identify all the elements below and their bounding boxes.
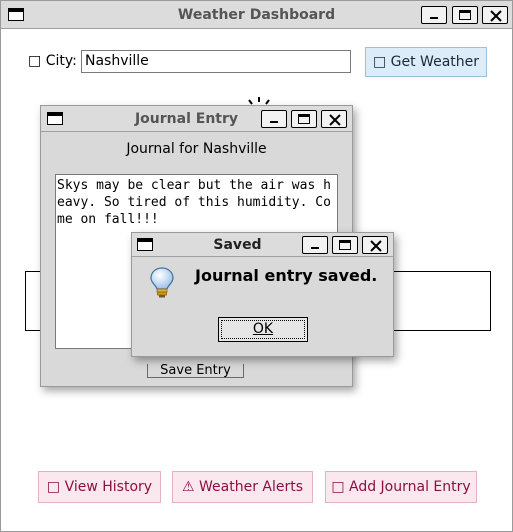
journal-close-button[interactable]	[321, 110, 347, 128]
city-label-text: City:	[45, 53, 77, 69]
add-journal-icon: □	[331, 479, 345, 495]
journal-minimize-button[interactable]	[261, 110, 287, 128]
saved-titlebar[interactable]: Saved	[132, 233, 393, 257]
view-history-button[interactable]: □ View History	[38, 471, 161, 503]
saved-maximize-button[interactable]	[332, 236, 358, 254]
journal-maximize-button[interactable]	[291, 110, 317, 128]
weather-alerts-label: Weather Alerts	[199, 479, 304, 495]
saved-message: Journal entry saved.	[195, 266, 378, 285]
journal-titlebar[interactable]: Journal Entry	[41, 106, 352, 132]
get-weather-label: Get Weather	[390, 54, 480, 70]
weather-alerts-button[interactable]: ⚠ Weather Alerts	[172, 471, 313, 503]
saved-close-button[interactable]	[362, 236, 388, 254]
close-icon	[370, 240, 382, 252]
city-label: □ City:	[28, 53, 77, 69]
saved-minimize-button[interactable]	[302, 236, 328, 254]
view-history-label: View History	[64, 479, 153, 495]
ok-button[interactable]: OK	[218, 317, 308, 342]
main-titlebar[interactable]: Weather Dashboard	[1, 1, 512, 29]
save-entry-button[interactable]: Save Entry	[147, 364, 244, 378]
warning-icon: ⚠	[181, 479, 195, 495]
close-icon	[490, 10, 502, 22]
close-button[interactable]	[482, 6, 508, 24]
get-weather-button[interactable]: □ Get Weather	[365, 47, 487, 77]
saved-dialog: Saved Journal entry saved. OK	[131, 232, 394, 357]
city-icon: □	[28, 53, 42, 69]
close-icon	[329, 114, 341, 126]
add-journal-entry-label: Add Journal Entry	[349, 479, 471, 495]
journal-heading: Journal for Nashville	[126, 141, 267, 157]
city-input[interactable]: Nashville	[81, 50, 351, 73]
get-weather-icon: □	[372, 54, 387, 70]
add-journal-entry-button[interactable]: □ Add Journal Entry	[325, 471, 477, 503]
lightbulb-icon	[150, 267, 174, 298]
view-history-icon: □	[46, 479, 61, 495]
minimize-button[interactable]	[421, 6, 447, 24]
maximize-button[interactable]	[452, 6, 478, 24]
